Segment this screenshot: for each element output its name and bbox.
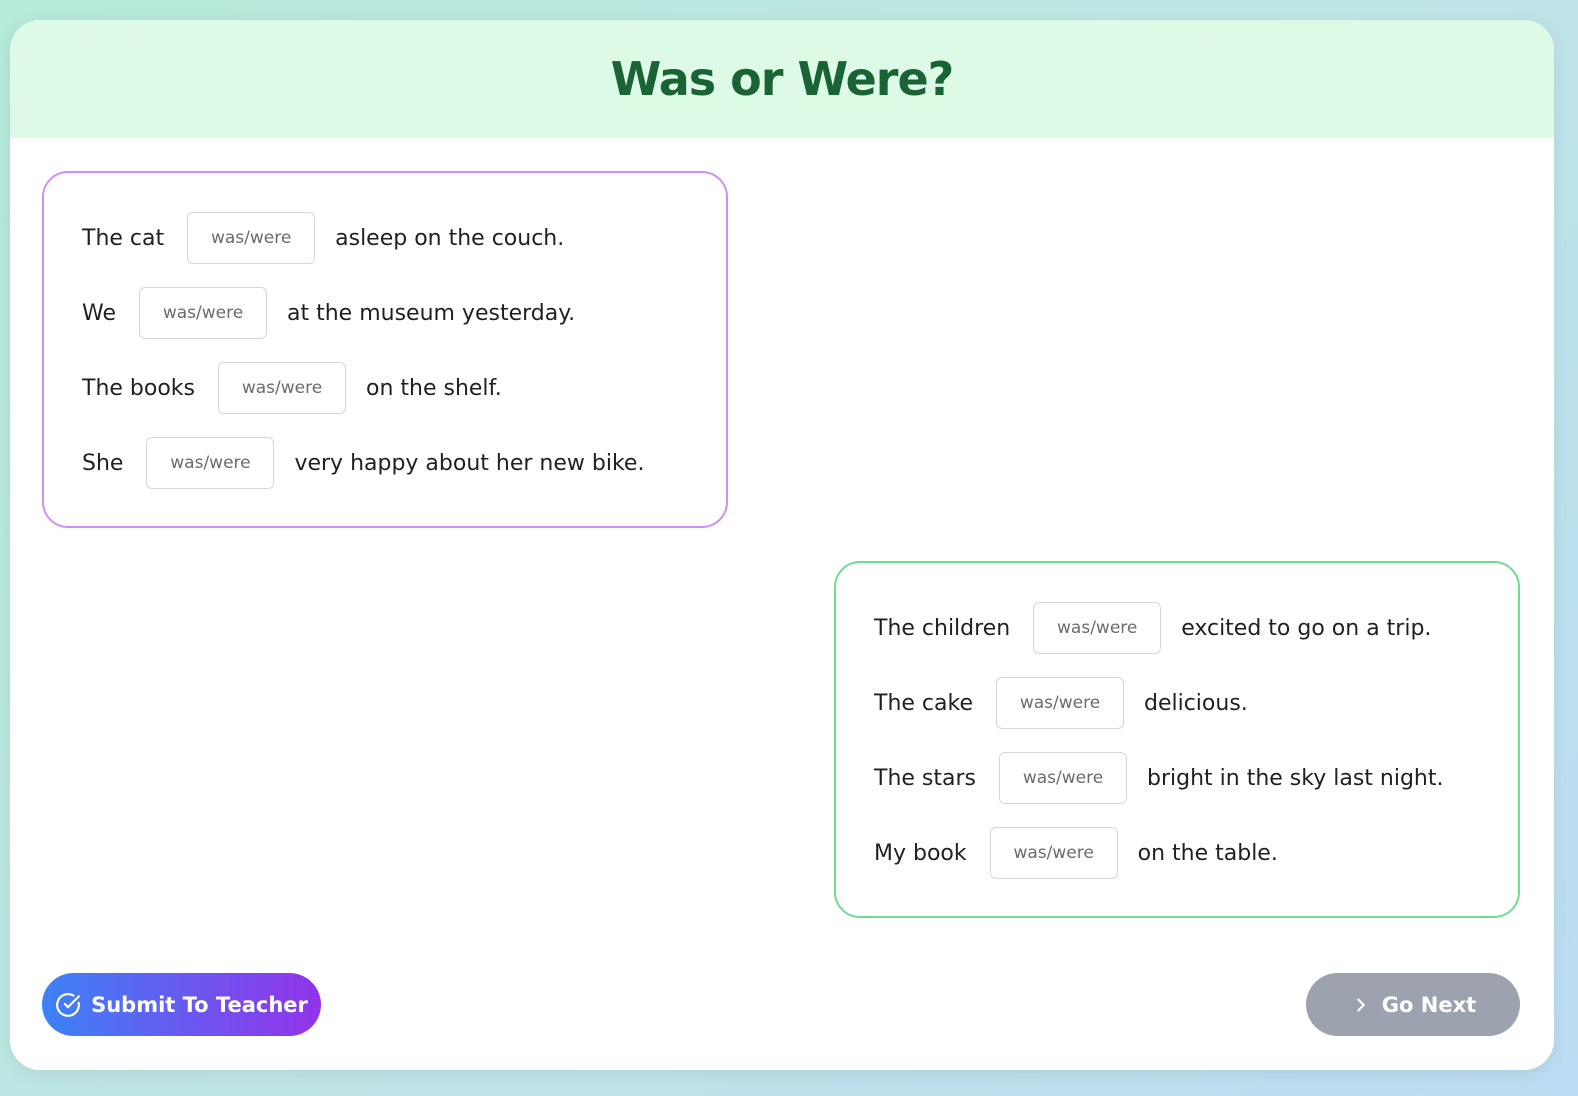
sentence-end: asleep on the couch. [335,225,565,251]
worksheet-card: Was or Were? The cat asleep on the couch… [10,20,1554,1070]
answer-input[interactable] [218,362,346,414]
next-button-label: Go Next [1381,992,1477,1017]
sentence-end: delicious. [1143,690,1248,716]
go-next-button[interactable]: Go Next [1306,973,1520,1036]
sentence-start: The books [82,375,195,401]
sentence-end: on the shelf. [366,375,502,401]
sentence-end: on the table. [1137,840,1278,866]
sentence-row: We at the museum yesterday. [82,286,726,340]
sentence-row: The cake delicious. [874,676,1518,730]
sentence-start: The cat [82,225,165,251]
answer-input[interactable] [1033,602,1162,654]
check-circle-icon [55,992,81,1018]
sentence-row: She very happy about her new bike. [82,436,726,490]
sentence-start: The cake [874,690,973,716]
sentence-start: The stars [874,765,976,791]
chevron-right-icon [1350,994,1372,1016]
answer-input[interactable] [989,827,1118,879]
page-title: Was or Were? [610,52,955,106]
submit-to-teacher-button[interactable]: Submit To Teacher [42,973,321,1036]
sentence-end: excited to go on a trip. [1181,615,1432,641]
sentence-row: My book on the table. [874,826,1518,880]
sentence-end: very happy about her new bike. [294,450,645,476]
answer-input[interactable] [139,287,267,339]
sentence-row: The stars bright in the sky last night. [874,751,1518,805]
answer-input[interactable] [999,752,1127,804]
sentence-panel-1: The cat asleep on the couch. We at the m… [42,171,728,528]
sentence-row: The children excited to go on a trip. [874,601,1518,655]
sentence-row: The books on the shelf. [82,361,726,415]
sentence-start: We [82,300,116,326]
sentence-end: at the museum yesterday. [287,300,576,326]
answer-input[interactable] [995,677,1124,729]
answer-input[interactable] [146,437,275,489]
sentence-start: The children [874,615,1011,641]
sentence-end: bright in the sky last night. [1147,765,1444,791]
header-bar: Was or Were? [10,20,1554,138]
sentence-row: The cat asleep on the couch. [82,211,726,265]
sentence-start: My book [874,840,967,866]
sentence-panel-2: The children excited to go on a trip. Th… [834,561,1520,918]
submit-button-label: Submit To Teacher [91,992,308,1017]
answer-input[interactable] [187,212,316,264]
sentence-start: She [82,450,124,476]
